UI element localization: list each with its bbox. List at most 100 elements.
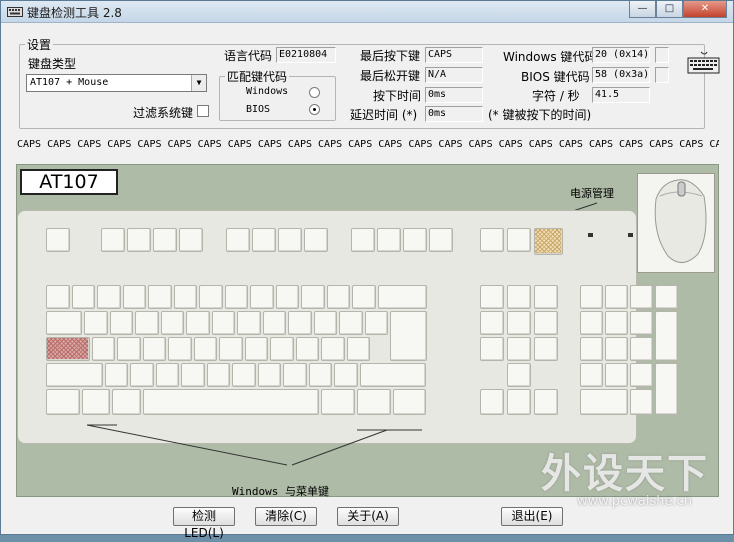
- press-time-field: 0ms: [425, 87, 483, 103]
- mouse-diagram: [637, 173, 715, 273]
- keyboard-key: [135, 311, 159, 335]
- bios-code-label: BIOS 键代码: [521, 70, 590, 84]
- about-button[interactable]: 关于(A): [337, 507, 399, 526]
- clear-button[interactable]: 清除(C): [255, 507, 317, 526]
- windows-menu-annotation-lines: [86, 424, 422, 466]
- keyboard-key: [655, 285, 678, 309]
- keyboard-key: [117, 337, 141, 361]
- keyboard-key: [262, 311, 287, 335]
- test-led-button[interactable]: 检测LED(L): [173, 507, 235, 540]
- keyboard-key: [237, 311, 261, 335]
- language-code-label: 语言代码: [224, 49, 273, 63]
- keyboard-key: [351, 228, 375, 252]
- delay-field: 0ms: [425, 106, 483, 122]
- keyboard-key: [359, 363, 427, 387]
- keyboard-key: [507, 337, 531, 361]
- title-bar: 键盘检测工具 2.8 — □ ✕: [1, 1, 733, 23]
- match-windows-radio[interactable]: [309, 87, 320, 98]
- keyboard-key: [534, 285, 558, 309]
- caps-lock-key: [46, 337, 90, 361]
- keyboard-key: [206, 363, 231, 387]
- press-time-label: 按下时间: [373, 89, 422, 103]
- keyboard-key: [630, 285, 653, 309]
- keyboard-key: [232, 363, 256, 387]
- match-bios-radio[interactable]: [309, 104, 320, 115]
- keyboard-key: [46, 285, 70, 309]
- keyboard-key: [199, 285, 223, 309]
- keyboard-key: [109, 311, 134, 335]
- keyboard-key: [81, 389, 111, 415]
- keyboard-key: [480, 228, 504, 252]
- keyboard-key: [377, 285, 427, 309]
- keyboard-key: [313, 311, 338, 335]
- keyboard-key: [160, 311, 185, 335]
- keyboard-key: [534, 337, 558, 361]
- keyboard-app-icon: [7, 7, 23, 17]
- keyboard-type-label: 键盘类型: [28, 57, 77, 71]
- window-title: 键盘检测工具 2.8: [27, 6, 122, 20]
- minimize-button[interactable]: —: [629, 1, 656, 18]
- keyboard-type-select[interactable]: AT107 + Mouse ▼: [26, 74, 207, 92]
- keyboard-key: [97, 285, 121, 309]
- keyboard-key: [130, 363, 154, 387]
- keyboard-key: [46, 363, 103, 387]
- keyboard-key: [507, 228, 531, 252]
- keyboard-key: [364, 311, 389, 335]
- keyboard-key: [630, 363, 653, 387]
- keyboard-key: [326, 285, 350, 309]
- keyboard-key: [84, 311, 108, 335]
- keyboard-key: [142, 337, 167, 361]
- keyboard-key: [655, 311, 678, 361]
- bios-code-extra-field: [655, 67, 669, 83]
- keyboard-key: [155, 363, 180, 387]
- keyboard-key: [278, 228, 302, 252]
- keyboard-key: [211, 311, 236, 335]
- keyboard-key: [357, 389, 391, 415]
- keyboard-key: [630, 389, 653, 415]
- keyboard-key: [534, 311, 558, 335]
- keyboard-key: [250, 285, 274, 309]
- keyboard-key: [91, 337, 116, 361]
- keyboard-key: [429, 228, 453, 252]
- keyboard-key: [534, 389, 558, 415]
- keyboard-key: [270, 337, 294, 361]
- keyboard-key: [257, 363, 282, 387]
- language-code-field: E0210804: [276, 47, 336, 63]
- keyboard-key: [122, 285, 146, 309]
- last-released-field: N/A: [425, 67, 483, 83]
- last-pressed-field: CAPS: [425, 47, 483, 63]
- keyboard-key: [283, 363, 307, 387]
- keyboard-key: [295, 337, 320, 361]
- close-button[interactable]: ✕: [683, 1, 727, 18]
- maximize-button[interactable]: □: [656, 1, 683, 18]
- keyboard-key: [352, 285, 376, 309]
- keyboard-key: [580, 337, 603, 361]
- keyboard-key: [334, 363, 358, 387]
- keyboard-key: [605, 311, 628, 335]
- keyboard-key: [605, 337, 628, 361]
- keyboard-key: [168, 337, 192, 361]
- delay-note: (* 键被按下的时间): [488, 108, 592, 122]
- chevron-down-icon[interactable]: ▼: [191, 75, 206, 91]
- keyboard-model-label: AT107: [20, 169, 118, 195]
- watermark-url: www.pcwaishe.cn: [577, 494, 692, 509]
- char-per-sec-label: 字符 / 秒: [532, 89, 580, 103]
- keyboard-led: [588, 233, 593, 237]
- space-bar-key: [142, 389, 320, 415]
- exit-button[interactable]: 退出(E): [501, 507, 563, 526]
- keyboard-key: [507, 363, 531, 387]
- key-log-strip: CAPS CAPS CAPS CAPS CAPS CAPS CAPS CAPS …: [17, 139, 719, 150]
- filter-system-keys-label: 过滤系统键: [133, 106, 194, 120]
- match-code-group-title: 匹配键代码: [225, 68, 290, 85]
- bios-code-field: 58 (0x3a): [592, 67, 650, 83]
- keyboard-key: [480, 337, 504, 361]
- keyboard-key: [605, 363, 628, 387]
- keyboard-key: [127, 228, 151, 252]
- filter-system-keys-checkbox[interactable]: [197, 105, 209, 117]
- keyboard-key: [480, 285, 504, 309]
- keyboard-key: [104, 363, 129, 387]
- windows-menu-annotation: Windows 与菜单键: [232, 485, 329, 498]
- keyboard-key: [339, 311, 363, 335]
- keyboard-key: [377, 228, 401, 252]
- keyboard-key: [153, 228, 177, 252]
